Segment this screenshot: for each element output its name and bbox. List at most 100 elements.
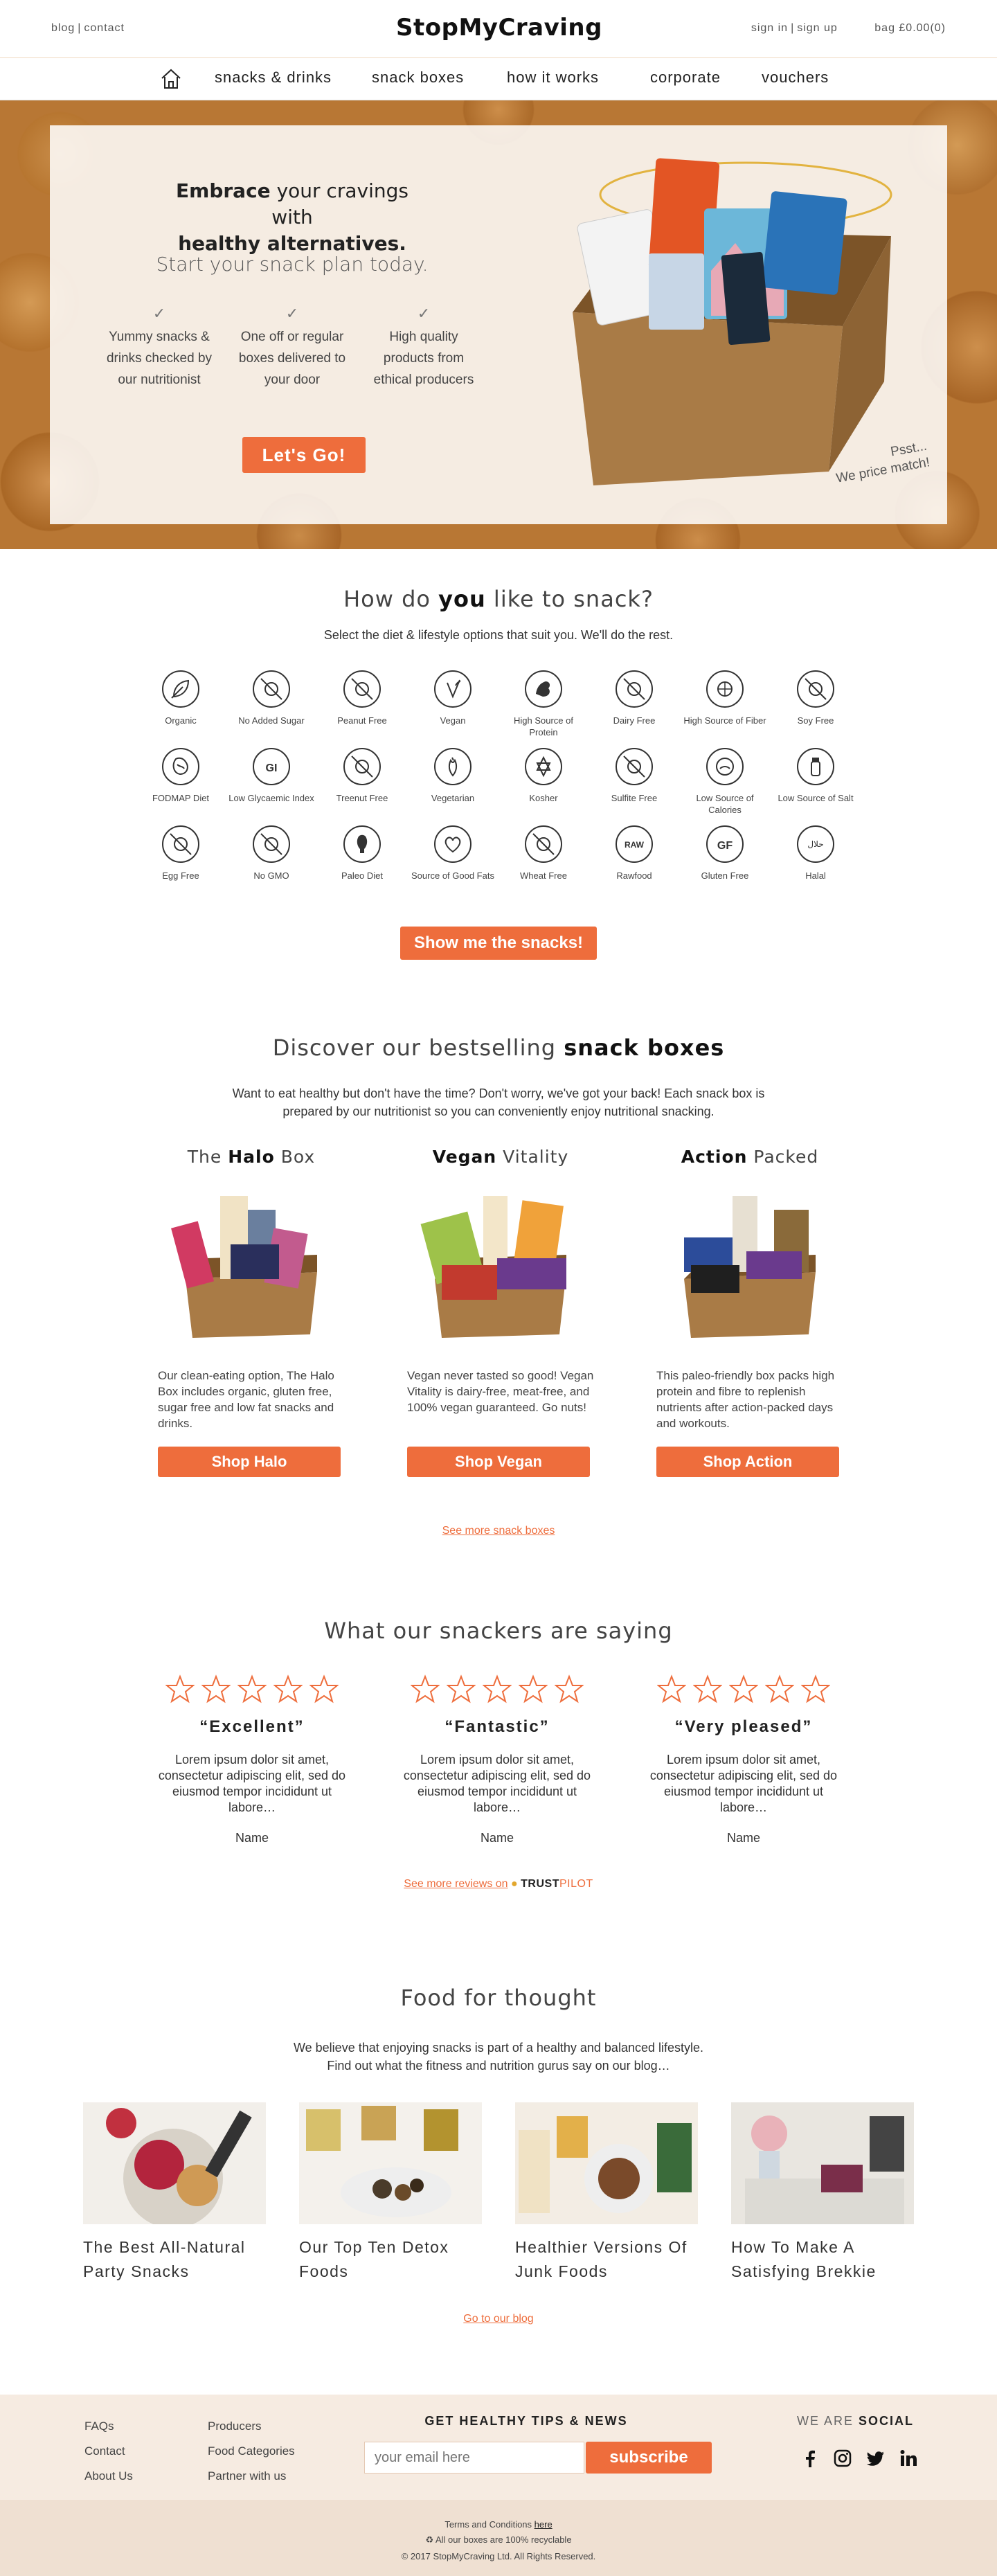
- diet-option-label: No Added Sugar: [238, 715, 305, 726]
- diet-section-title: How do you like to snack?: [0, 586, 997, 612]
- diet-option[interactable]: Organic: [136, 670, 226, 726]
- reviews-section-title: What our snackers are saying: [324, 1618, 673, 1644]
- box-card-halo: The Halo Box Our clean-eating option, Th…: [158, 1147, 345, 1477]
- diet-option[interactable]: High Source of Fiber: [680, 670, 770, 726]
- diet-subtitle: Select the diet & lifestyle options that…: [323, 628, 674, 642]
- shop-halo-button[interactable]: Shop Halo: [158, 1447, 341, 1477]
- blog-card-1[interactable]: The Best All-Natural Party Snacks: [83, 2102, 266, 2284]
- box-title: Vegan Vitality: [407, 1147, 594, 1167]
- site-logo[interactable]: StopMyCraving: [385, 14, 613, 42]
- contact-footer-link[interactable]: Contact: [84, 2439, 133, 2464]
- lets-go-button[interactable]: Let's Go!: [242, 437, 366, 473]
- nav-corporate[interactable]: corporate: [650, 69, 721, 87]
- contact-link[interactable]: contact: [84, 22, 125, 34]
- blog-card-2[interactable]: Our Top Ten Detox Foods: [299, 2102, 482, 2284]
- diet-option[interactable]: GF Gluten Free: [680, 825, 770, 882]
- diet-option[interactable]: Peanut Free: [317, 670, 407, 726]
- blog-card-3[interactable]: Healthier Versions Of Junk Foods: [515, 2102, 698, 2284]
- diet-option[interactable]: Dairy Free: [589, 670, 679, 726]
- partner-link[interactable]: Partner with us: [208, 2464, 295, 2489]
- review-card-2: “Fantastic” Lorem ipsum dolor sit amet, …: [393, 1674, 601, 1845]
- review-card-1: “Excellent” Lorem ipsum dolor sit amet, …: [148, 1674, 356, 1845]
- blog-link[interactable]: blog: [51, 22, 75, 34]
- facebook-icon[interactable]: [800, 2449, 820, 2468]
- diet-option[interactable]: FODMAP Diet: [136, 748, 226, 804]
- blog-card-4[interactable]: How To Make A Satisfying Brekkie: [731, 2102, 914, 2284]
- hero-headline: Embrace your cravings with healthy alter…: [154, 178, 431, 257]
- divider: |: [78, 22, 82, 34]
- diet-option[interactable]: Low Source of Salt: [771, 748, 861, 804]
- instagram-icon[interactable]: [833, 2449, 852, 2468]
- blog-image-detox-foods: [299, 2102, 482, 2224]
- diet-option[interactable]: No GMO: [226, 825, 316, 882]
- star-icon: [411, 1674, 440, 1703]
- diet-option[interactable]: Vegetarian: [408, 748, 498, 804]
- diet-option[interactable]: Paleo Diet: [317, 825, 407, 882]
- low-calories-icon: [706, 748, 744, 785]
- sign-up-link[interactable]: sign up: [797, 22, 838, 34]
- nav-snacks-drinks[interactable]: snacks & drinks: [215, 69, 332, 87]
- check-icon: ✓: [417, 305, 431, 322]
- diet-option-label: Gluten Free: [701, 870, 749, 881]
- subscribe-button[interactable]: subscribe: [586, 2442, 712, 2474]
- diet-option[interactable]: Kosher: [498, 748, 589, 804]
- boxes-section-title: Discover our bestselling snack boxes: [0, 1035, 997, 1061]
- footer-links-2: Producers Food Categories Partner with u…: [208, 2414, 295, 2489]
- recyclable-text: All our boxes are 100% recyclable: [435, 2534, 572, 2545]
- blog-post-title: The Best All-Natural Party Snacks: [83, 2238, 246, 2280]
- diet-option[interactable]: GI Low Glycaemic Index: [226, 748, 316, 804]
- diet-option[interactable]: Wheat Free: [498, 825, 589, 882]
- star-icon: [201, 1674, 231, 1703]
- food-categories-link[interactable]: Food Categories: [208, 2439, 295, 2464]
- nav-snack-boxes[interactable]: snack boxes: [372, 69, 464, 87]
- star-icon: [165, 1674, 195, 1703]
- copyright-text: 2017 StopMyCraving Ltd. All Rights Reser…: [410, 2551, 596, 2561]
- diet-option[interactable]: High Source of Protein: [498, 670, 589, 738]
- action-box-image[interactable]: [663, 1182, 836, 1348]
- producers-link[interactable]: Producers: [208, 2414, 295, 2439]
- diet-option[interactable]: Soy Free: [771, 670, 861, 726]
- home-icon[interactable]: [159, 67, 183, 91]
- star-rating: [640, 1674, 847, 1703]
- star-icon: [729, 1674, 758, 1703]
- diet-option[interactable]: Sulfite Free: [589, 748, 679, 804]
- shop-action-button[interactable]: Shop Action: [656, 1447, 839, 1477]
- blog-post-title: Healthier Versions Of Junk Foods: [515, 2238, 688, 2280]
- hero-subheadline: Start your snack plan today.: [156, 253, 429, 276]
- benefit-1: ✓ Yummy snacks & drinks checked by our n…: [98, 305, 220, 391]
- diet-option[interactable]: حلال Halal: [771, 825, 861, 882]
- diet-option[interactable]: Egg Free: [136, 825, 226, 882]
- about-us-link[interactable]: About Us: [84, 2464, 133, 2489]
- diet-option[interactable]: No Added Sugar: [226, 670, 316, 726]
- go-to-blog-link[interactable]: Go to our blog: [0, 2313, 997, 2325]
- shop-vegan-button[interactable]: Shop Vegan: [407, 1447, 590, 1477]
- diet-option[interactable]: RAW Rawfood: [589, 825, 679, 882]
- egg-free-icon: [162, 825, 199, 863]
- benefit-2: ✓ One off or regular boxes delivered to …: [231, 305, 353, 391]
- review-body: Lorem ipsum dolor sit amet, consectetur …: [649, 1753, 838, 1814]
- see-more-boxes-link[interactable]: See more snack boxes: [0, 1525, 997, 1537]
- diet-option[interactable]: Treenut Free: [317, 748, 407, 804]
- halo-box-image[interactable]: [165, 1182, 338, 1348]
- twitter-icon[interactable]: [866, 2449, 886, 2468]
- sign-in-link[interactable]: sign in: [751, 22, 788, 34]
- vegan-icon: [434, 670, 471, 708]
- boxes-intro: Want to eat healthy but don't have the t…: [232, 1086, 765, 1118]
- diet-option[interactable]: Source of Good Fats: [408, 825, 498, 882]
- show-snacks-button[interactable]: Show me the snacks!: [400, 927, 597, 960]
- nav-how-it-works[interactable]: how it works: [507, 69, 599, 87]
- faqs-link[interactable]: FAQs: [84, 2414, 133, 2439]
- blog-post-title: Our Top Ten Detox Foods: [299, 2238, 449, 2280]
- nav-vouchers[interactable]: vouchers: [762, 69, 829, 87]
- diet-option[interactable]: Vegan: [408, 670, 498, 726]
- svg-text:RAW: RAW: [625, 840, 645, 850]
- terms-link[interactable]: here: [535, 2519, 553, 2530]
- bag-link[interactable]: bag £0.00(0): [874, 22, 946, 34]
- trustpilot-link[interactable]: See more reviews on: [404, 1878, 508, 1890]
- vegan-box-image[interactable]: [414, 1182, 587, 1348]
- copyright-line: © 2017 StopMyCraving Ltd. All Rights Res…: [0, 2551, 997, 2561]
- linkedin-icon[interactable]: [899, 2449, 918, 2468]
- email-input[interactable]: [364, 2442, 584, 2474]
- title-part: Vitality: [496, 1147, 569, 1167]
- diet-option[interactable]: Low Source of Calories: [680, 748, 770, 816]
